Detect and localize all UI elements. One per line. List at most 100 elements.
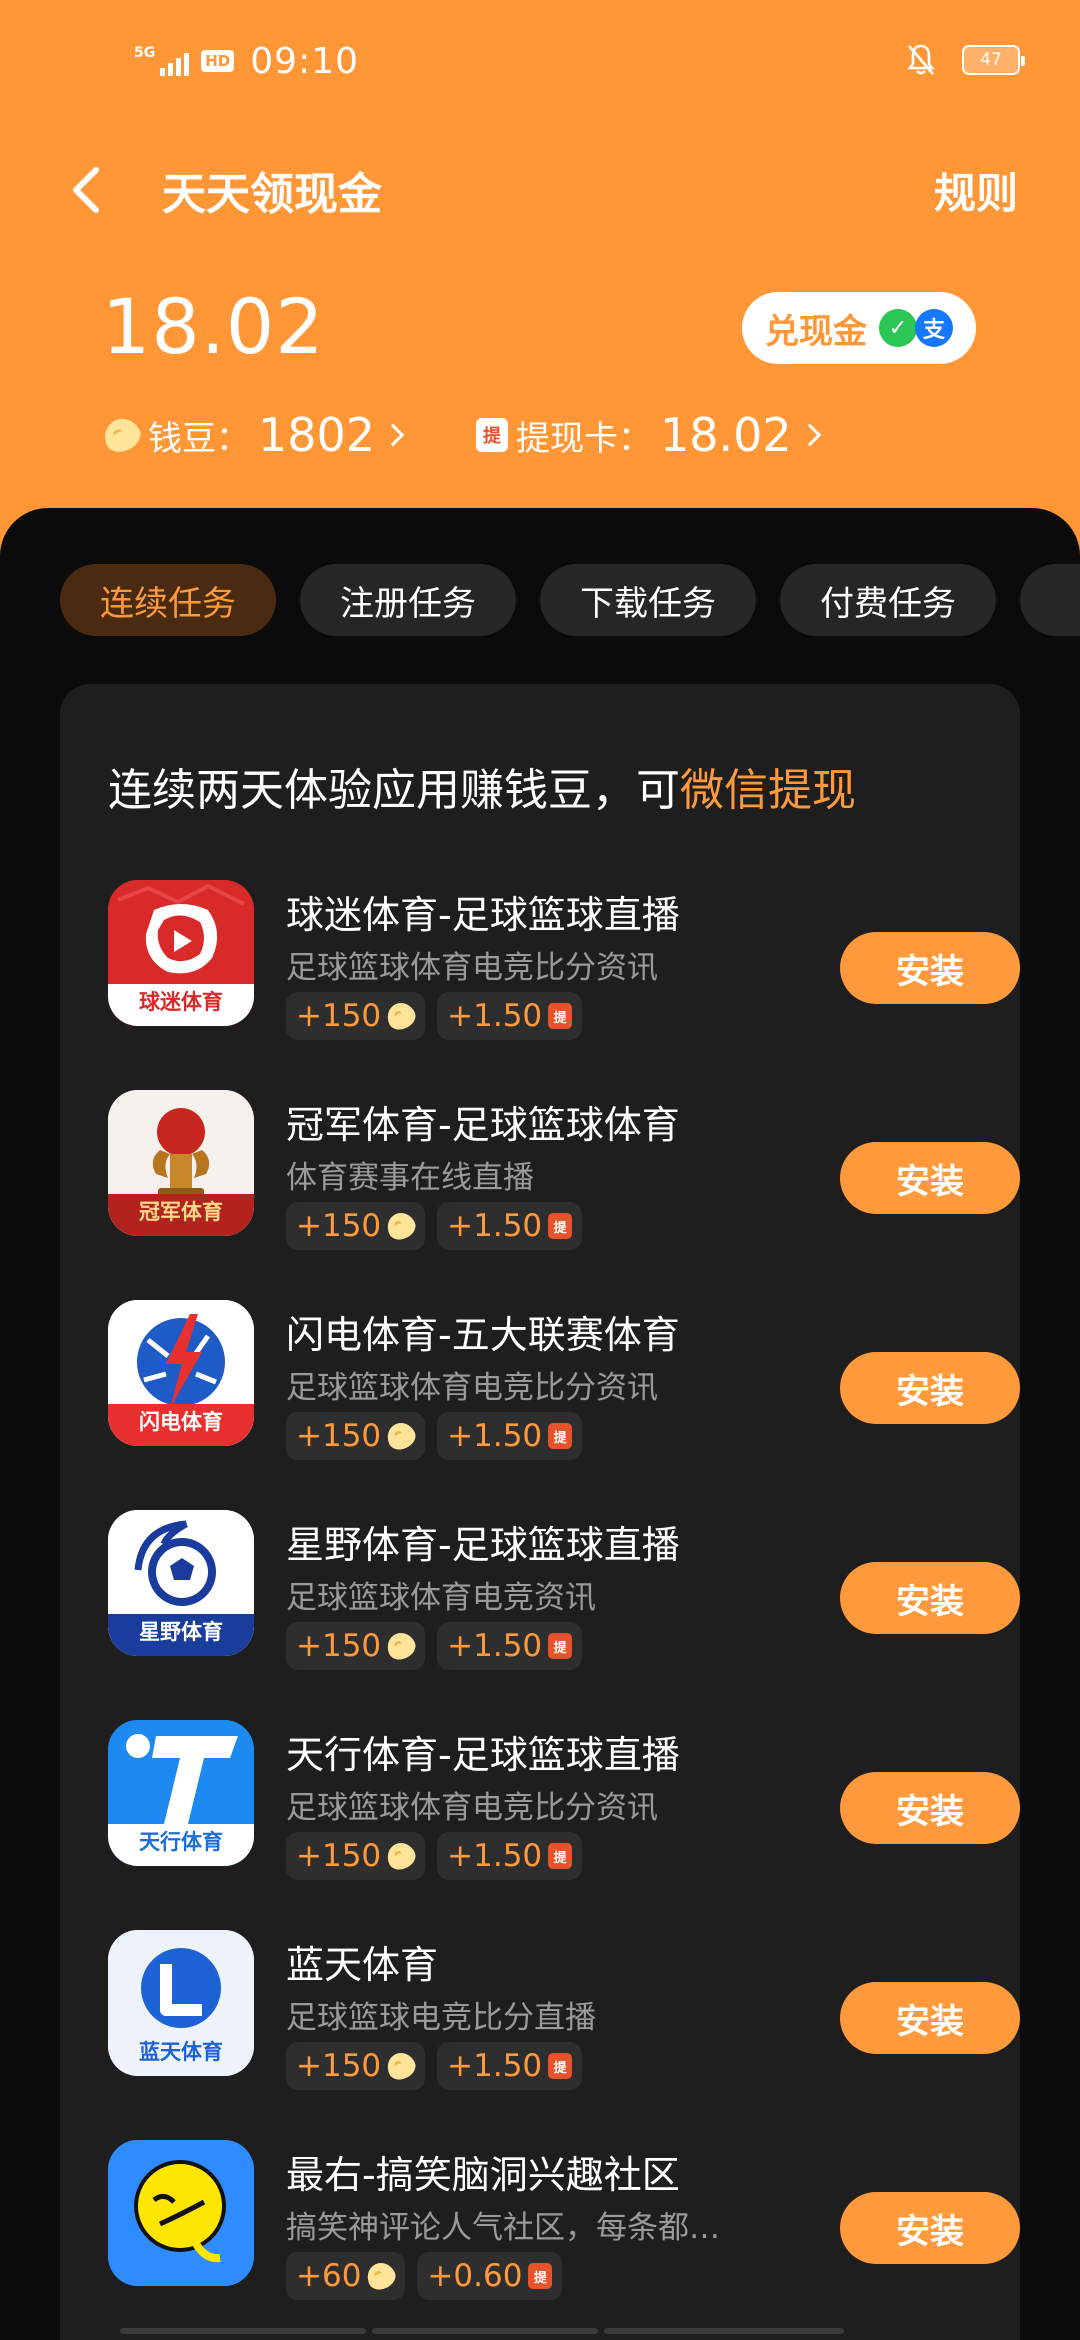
- bean-icon: [382, 1208, 420, 1244]
- app-name: 冠军体育-足球篮球体育: [286, 1103, 680, 1147]
- trophy-icon[interactable]: 冠军体育: [108, 1090, 254, 1236]
- beans-balance-link[interactable]: 钱豆： 1802: [98, 408, 405, 462]
- scroll-indicator: [120, 2328, 970, 2334]
- bean-icon: [382, 1418, 420, 1454]
- tab-paid[interactable]: 付费任务: [780, 564, 996, 636]
- install-button[interactable]: 安装: [840, 1982, 1020, 2054]
- cash-reward-value: +1.50: [447, 1628, 543, 1664]
- install-button[interactable]: 安装: [840, 1142, 1020, 1214]
- install-button[interactable]: 安装: [840, 1772, 1020, 1844]
- bean-reward: +150: [286, 1412, 426, 1460]
- app-desc: 足球篮球体育电竞比分资讯: [286, 950, 658, 986]
- cash-reward-value: +1.50: [447, 2048, 543, 2084]
- card-label: 提现卡：: [516, 418, 652, 459]
- bean-icon: [363, 2258, 400, 2294]
- bean-icon: [382, 998, 420, 1034]
- list-item: 天行体育 天行体育-足球篮球直播 足球篮球体育电竞比分资讯 +150 +1.50…: [108, 1720, 1020, 1880]
- bean-icon: [382, 1628, 420, 1664]
- cash-reward-value: +1.50: [447, 1418, 543, 1454]
- app-desc: 足球篮球电竞比分直播: [286, 2000, 596, 2036]
- install-button[interactable]: 安装: [840, 1352, 1020, 1424]
- rewards: +150 +1.50 提: [286, 1202, 583, 1250]
- cashout-button[interactable]: 兑现金 ✓ 支: [742, 292, 976, 364]
- battery-level: 47: [980, 50, 1002, 70]
- withdraw-card-link[interactable]: 提 提现卡： 18.02: [476, 408, 822, 462]
- icon-caption: 星野体育: [108, 1614, 254, 1656]
- lightning-ball-icon[interactable]: 闪电体育: [108, 1300, 254, 1446]
- withdraw-card-icon: 提: [548, 1423, 573, 1449]
- install-button[interactable]: 安装: [840, 932, 1020, 1004]
- cash-reward: +1.50 提: [437, 1412, 583, 1460]
- cash-reward-value: +1.50: [447, 1838, 543, 1874]
- rewards: +150 +1.50 提: [286, 1622, 583, 1670]
- card-value: 18.02: [660, 408, 792, 462]
- cash-reward: +1.50 提: [437, 1622, 583, 1670]
- tab-continuous[interactable]: 连续任务: [60, 564, 276, 636]
- app-name: 天行体育-足球篮球直播: [286, 1733, 680, 1777]
- task-tabs: 连续任务 注册任务 下载任务 付费任务 体: [60, 564, 1080, 636]
- bean-reward: +150: [286, 1622, 426, 1670]
- bean-reward-value: +150: [296, 998, 382, 1034]
- rewards: +150 +1.50 提: [286, 1412, 583, 1460]
- icon-caption: 球迷体育: [108, 984, 254, 1026]
- status-bar: 5G HD 09:10 47: [0, 0, 1080, 120]
- beans-label: 钱豆：: [148, 418, 250, 459]
- card-heading-text: 连续两天体验应用赚钱豆，可: [108, 765, 680, 816]
- bean-reward-value: +150: [296, 1418, 382, 1454]
- bean-reward: +60: [286, 2252, 406, 2300]
- bean-reward-value: +150: [296, 1628, 382, 1664]
- status-right: 47: [906, 40, 1025, 80]
- bean-icon: [382, 2048, 420, 2084]
- bean-reward: +150: [286, 1832, 426, 1880]
- app-name: 球迷体育-足球篮球直播: [286, 893, 680, 937]
- app-desc: 足球篮球体育电竞比分资讯: [286, 1790, 658, 1826]
- clock: 09:10: [250, 40, 359, 82]
- icon-caption: 天行体育: [108, 1824, 254, 1866]
- app-name: 星野体育-足球篮球直播: [286, 1523, 680, 1567]
- install-button[interactable]: 安装: [840, 2192, 1020, 2264]
- back-arrow-icon[interactable]: [66, 162, 110, 218]
- wechat-pay-icon: ✓: [879, 309, 917, 347]
- tab-download[interactable]: 下载任务: [540, 564, 756, 636]
- list-item: 闪电体育 闪电体育-五大联赛体育 足球篮球体育电竞比分资讯 +150 +1.50…: [108, 1300, 1020, 1460]
- bean-reward-value: +150: [296, 1838, 382, 1874]
- tab-register[interactable]: 注册任务: [300, 564, 516, 636]
- task-card: 连续两天体验应用赚钱豆，可微信提现 球迷体育 球迷体育-足球篮球直播 足球篮球体…: [60, 684, 1020, 2340]
- withdraw-card-icon: 提: [548, 1213, 573, 1239]
- cash-reward-value: +1.50: [447, 1208, 543, 1244]
- signal-icon: 5G: [134, 45, 190, 76]
- install-button[interactable]: 安装: [840, 1562, 1020, 1634]
- soccer-play-icon[interactable]: 球迷体育: [108, 880, 254, 1026]
- network-type: 5G: [134, 45, 156, 61]
- battery-icon: 47: [962, 45, 1025, 75]
- list-item: 星野体育 星野体育-足球篮球直播 足球篮球体育电竞资讯 +150 +1.50 提 …: [108, 1510, 1020, 1670]
- bean-reward-value: +60: [296, 2258, 362, 2294]
- app-desc: 足球篮球体育电竞比分资讯: [286, 1370, 658, 1406]
- bean-reward: +150: [286, 992, 426, 1040]
- icon-caption: 闪电体育: [108, 1404, 254, 1446]
- soccer-ball-icon[interactable]: 星野体育: [108, 1510, 254, 1656]
- bean-reward: +150: [286, 2042, 426, 2090]
- chevron-right-icon: [798, 423, 822, 447]
- bean-icon: [98, 412, 146, 458]
- cashout-label: 兑现金: [765, 311, 867, 352]
- balance-amount: 18.02: [102, 282, 325, 371]
- withdraw-card-icon: 提: [528, 2263, 553, 2289]
- app-desc: 体育赛事在线直播: [286, 1160, 534, 1196]
- cash-reward: +1.50 提: [437, 2042, 583, 2090]
- yellow-face-icon[interactable]: [108, 2140, 254, 2286]
- withdraw-card-icon: 提: [548, 1843, 573, 1869]
- tab-experience[interactable]: 体: [1020, 564, 1080, 636]
- cash-reward: +1.50 提: [437, 1832, 583, 1880]
- bean-reward-value: +150: [296, 2048, 382, 2084]
- hd-badge: HD: [201, 50, 235, 72]
- rules-link[interactable]: 规则: [934, 160, 1018, 221]
- icon-caption: 蓝天体育: [139, 2040, 223, 2064]
- letter-t-icon[interactable]: 天行体育: [108, 1720, 254, 1866]
- bell-off-icon: [907, 44, 935, 75]
- card-heading: 连续两天体验应用赚钱豆，可微信提现: [108, 754, 856, 818]
- bean-reward: +150: [286, 1202, 426, 1250]
- letter-l-icon[interactable]: 蓝天体育: [108, 1930, 254, 2076]
- cash-reward: +1.50 提: [437, 992, 583, 1040]
- page-title: 天天领现金: [162, 169, 382, 220]
